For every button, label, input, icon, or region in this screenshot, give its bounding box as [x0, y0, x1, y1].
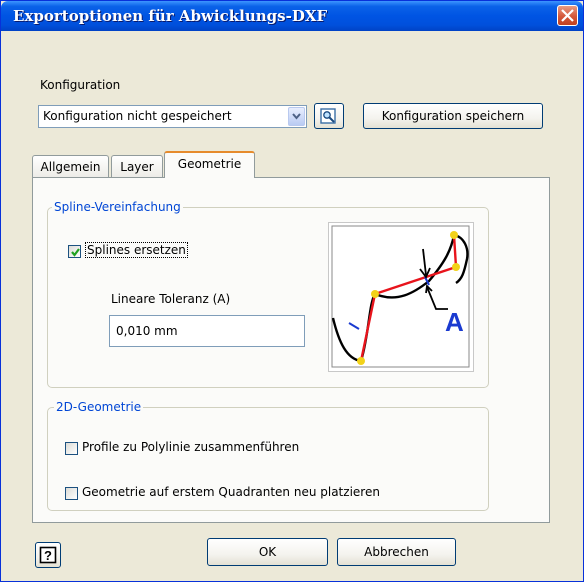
reposition-checkbox[interactable]: [65, 487, 78, 500]
replace-splines-label[interactable]: Splines ersetzen: [85, 242, 188, 258]
geometry2d-group-label: 2D-Geometrie: [54, 400, 144, 414]
browse-config-button[interactable]: [314, 103, 344, 129]
merge-profiles-label[interactable]: Profile zu Polylinie zusammenführen: [82, 440, 299, 454]
spline-preview-image: A: [328, 222, 474, 372]
config-selected: Konfiguration nicht gespeichert: [43, 109, 232, 123]
preview-a-label: A: [445, 307, 464, 337]
tab-geometrie[interactable]: Geometrie: [164, 151, 255, 178]
chevron-down-icon: [292, 113, 301, 120]
replace-splines-checkbox[interactable]: [68, 245, 81, 258]
browse-icon: [320, 108, 336, 124]
ok-button[interactable]: OK: [207, 538, 328, 566]
config-dropdown[interactable]: Konfiguration nicht gespeichert: [38, 105, 307, 128]
close-button[interactable]: [557, 5, 578, 26]
dropdown-arrow[interactable]: [288, 107, 305, 126]
help-icon: ?: [39, 546, 57, 564]
close-icon: [561, 9, 574, 22]
tab-layer[interactable]: Layer: [111, 155, 163, 178]
export-dialog: Exportoptionen für Abwicklungs-DXF Konfi…: [0, 0, 584, 582]
reposition-label[interactable]: Geometrie auf erstem Quadranten neu plat…: [82, 485, 380, 499]
tolerance-value: 0,010 mm: [116, 324, 178, 338]
spline-diagram: A: [331, 225, 470, 368]
config-label: Konfiguration: [40, 78, 121, 92]
save-config-button[interactable]: Konfiguration speichern: [363, 103, 543, 129]
merge-profiles-checkbox[interactable]: [65, 442, 78, 455]
spline-group-label: Spline-Vereinfachung: [52, 200, 183, 214]
help-button[interactable]: ?: [35, 542, 61, 568]
cancel-button[interactable]: Abbrechen: [337, 538, 456, 566]
window-title: Exportoptionen für Abwicklungs-DXF: [13, 7, 328, 25]
tab-allgemein[interactable]: Allgemein: [32, 155, 109, 178]
tolerance-input[interactable]: 0,010 mm: [109, 315, 305, 347]
checkmark-icon: [71, 248, 80, 257]
tolerance-label: Lineare Toleranz (A): [111, 292, 231, 306]
svg-text:?: ?: [44, 548, 52, 563]
title-bar[interactable]: Exportoptionen für Abwicklungs-DXF: [1, 1, 583, 31]
